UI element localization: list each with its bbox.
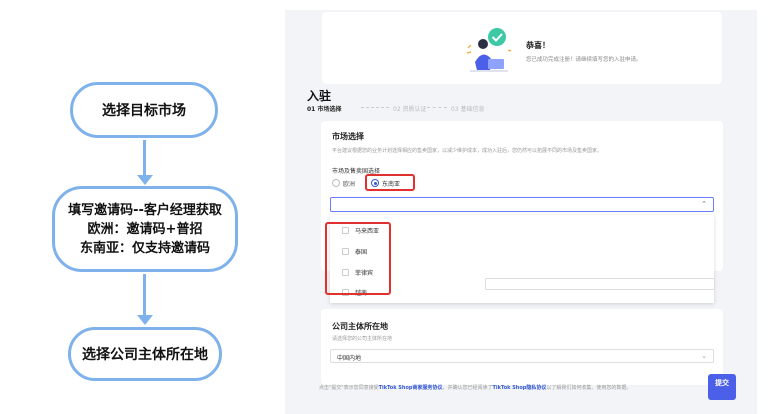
terms-note: 点击"提交"表示您同意接受TikTok Shop商家服务协议，并确认您已经阅读了…: [319, 384, 631, 391]
flow-step-select-market: 选择目标市场: [70, 82, 218, 138]
terms-suffix: 以了解我们如何收集、使用您的数据。: [546, 385, 632, 391]
step-market-selection: 01 市场选择: [307, 106, 342, 113]
merchant-agreement-link[interactable]: TikTok Shop商家服务协议: [379, 385, 443, 391]
flow-step-line: 东南亚：仅支持邀请码: [79, 240, 210, 256]
flow-arrow-head: [137, 315, 153, 325]
radio-europe-label[interactable]: 欧洲: [343, 179, 355, 188]
company-location-select[interactable]: 中国内地 ⌄: [330, 349, 714, 363]
country-multiselect[interactable]: ⌃: [330, 197, 714, 212]
terms-middle: ，并确认您已经阅读了: [442, 385, 493, 391]
market-description: 平台建议根据您的业务计划选择相应的售卖国家，以减少维护成本，成功入驻后，您仍然可…: [332, 148, 603, 154]
step-qualification: 02 资质认证: [393, 106, 427, 113]
step-basic-info: 03 基础信息: [451, 106, 485, 113]
flow-step-line: 欧洲：邀请码+普招: [87, 221, 203, 237]
step-divider: [427, 107, 447, 108]
company-location-value: 中国内地: [337, 355, 362, 362]
chevron-up-icon[interactable]: ⌃: [701, 200, 707, 208]
partially-hidden-field: [485, 278, 715, 290]
chevron-down-icon[interactable]: ⌄: [701, 352, 707, 360]
congrats-subtitle: 您已成功完成注册！请继续填写您的入驻申请。: [526, 57, 642, 63]
onboarding-screenshot: 恭喜！ 您已成功完成注册！请继续填写您的入驻申请。 入驻 01 市场选择 02 …: [285, 10, 757, 414]
flow-step-line: 填写邀请码--客户经理获取: [68, 202, 222, 218]
congrats-card: 恭喜！ 您已成功完成注册！请继续填写您的入驻申请。: [322, 12, 722, 84]
flow-arrow-line: [143, 140, 146, 176]
privacy-policy-link[interactable]: TikTok Shop隐私协议: [493, 385, 547, 391]
page-root: 选择目标市场 填写邀请码--客户经理获取 欧洲：邀请码+普招 东南亚：仅支持邀请…: [0, 0, 780, 414]
flow-step-company-location: 选择公司主体所在地: [68, 327, 222, 381]
highlight-box-countries: [325, 222, 391, 295]
company-location-card: 公司主体所在地 请选择您的公司主体所在地 中国内地 ⌄: [321, 309, 723, 385]
flow-arrow-head: [137, 175, 153, 185]
submit-button-label: 提交: [715, 379, 729, 387]
flow-arrow-line: [143, 274, 146, 316]
congrats-title: 恭喜！: [526, 41, 550, 50]
radio-europe[interactable]: [332, 179, 340, 187]
celebration-illustration-icon: [466, 28, 512, 72]
submit-button[interactable]: 提交: [708, 374, 736, 400]
terms-prefix: 点击"提交"表示您同意接受: [319, 385, 379, 391]
flow-step-invite-code: 填写邀请码--客户经理获取 欧洲：邀请码+普招 东南亚：仅支持邀请码: [52, 186, 238, 272]
flow-step-label: 选择公司主体所在地: [82, 347, 208, 363]
market-title: 市场选择: [332, 132, 364, 141]
step-divider: [361, 107, 389, 108]
page-title: 入驻: [307, 89, 332, 103]
company-description: 请选择您的公司主体所在地: [332, 336, 393, 342]
flow-step-label: 选择目标市场: [102, 103, 186, 119]
company-title: 公司主体所在地: [332, 322, 388, 331]
highlight-box-southeast-asia: [365, 174, 415, 191]
